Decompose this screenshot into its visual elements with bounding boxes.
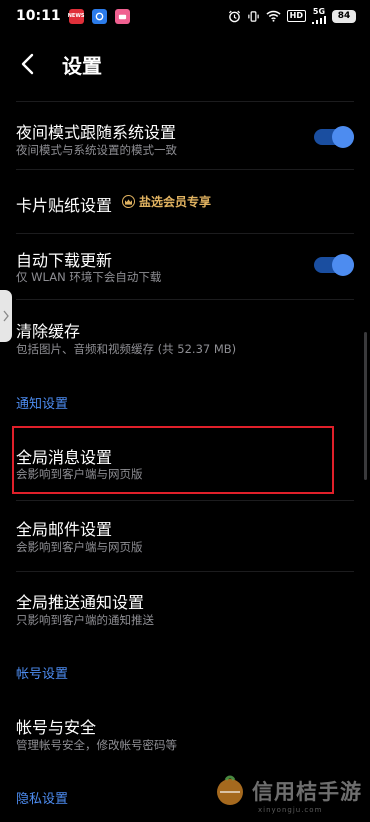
auto-update-row[interactable]: 自动下载更新 仅 WLAN 环境下会自动下载 [0, 234, 370, 300]
status-left: 10:11 NEWS [16, 8, 130, 24]
clear-cache-row[interactable]: 清除缓存 包括图片、音频和视频缓存 (共 52.37 MB) [0, 300, 370, 370]
hd-badge: HD [286, 10, 306, 22]
watermark-text: 信用桔手游 [252, 779, 362, 804]
global-push-title: 全局推送通知设置 [16, 593, 145, 612]
night-mode-subtitle: 夜间模式与系统设置的模式一致 [16, 143, 177, 157]
page-title: 设置 [62, 54, 102, 78]
status-right: HD 5G 84 [228, 8, 356, 24]
auto-update-toggle[interactable] [314, 254, 354, 276]
back-icon[interactable] [16, 51, 42, 77]
auto-update-subtitle: 仅 WLAN 环境下会自动下载 [16, 270, 162, 284]
vip-badge-label: 盐选会员专享 [139, 195, 212, 209]
alarm-icon [228, 10, 240, 22]
global-mail-subtitle: 会影响到客户端与网页版 [16, 540, 143, 554]
account-security-row[interactable]: 帐号与安全 管理帐号安全，修改帐号密码等 [0, 698, 370, 764]
taobao-app-icon [114, 8, 130, 24]
clear-cache-subtitle: 包括图片、音频和视频缓存 (共 52.37 MB) [16, 342, 237, 356]
card-sticker-title: 卡片贴纸设置 [16, 196, 113, 215]
global-mail-title: 全局邮件设置 [16, 520, 113, 539]
vip-badge: 盐选会员专享 [122, 193, 211, 210]
clear-cache-title: 清除缓存 [16, 322, 81, 341]
news-app-icon: NEWS [67, 8, 85, 24]
signal-icon [312, 16, 326, 24]
section-title-privacy: 隐私设置 [16, 792, 69, 807]
watermark: 信用桔手游 xinyongju.com [212, 770, 362, 820]
status-bar: 10:11 NEWS HD 5G 84 [0, 0, 370, 32]
night-mode-title: 夜间模式跟随系统设置 [16, 123, 177, 142]
alipay-app-icon [91, 8, 107, 24]
toggle-knob [332, 254, 354, 276]
scrollbar[interactable] [364, 332, 367, 480]
cell-signal: 5G [312, 8, 326, 24]
chevron-right-icon [3, 310, 9, 322]
side-panel-handle[interactable] [0, 290, 12, 342]
header: 设置 [0, 34, 370, 94]
night-mode-toggle[interactable] [314, 126, 354, 148]
vibrate-icon [247, 10, 259, 22]
section-title-account: 帐号设置 [16, 667, 69, 682]
watermark-subtext: xinyongju.com [258, 806, 323, 814]
wifi-icon [266, 10, 281, 22]
global-mail-row[interactable]: 全局邮件设置 会影响到客户端与网页版 [0, 501, 370, 571]
account-security-subtitle: 管理帐号安全，修改帐号密码等 [16, 738, 177, 752]
account-security-title: 帐号与安全 [16, 718, 97, 737]
crown-icon [122, 195, 135, 208]
toggle-knob [332, 126, 354, 148]
signal-label: 5G [312, 7, 326, 16]
news-app-label: NEWS [67, 13, 85, 19]
night-mode-row[interactable]: 夜间模式跟随系统设置 夜间模式与系统设置的模式一致 [0, 102, 370, 168]
global-push-row[interactable]: 全局推送通知设置 只影响到客户端的通知推送 [0, 572, 370, 640]
highlight-box [12, 426, 334, 494]
auto-update-title: 自动下载更新 [16, 251, 113, 270]
battery-indicator: 84 [332, 9, 356, 23]
watermark-logo-icon [217, 775, 243, 805]
status-time: 10:11 [16, 8, 61, 24]
section-title-notification: 通知设置 [16, 397, 69, 412]
global-push-subtitle: 只影响到客户端的通知推送 [16, 613, 154, 627]
